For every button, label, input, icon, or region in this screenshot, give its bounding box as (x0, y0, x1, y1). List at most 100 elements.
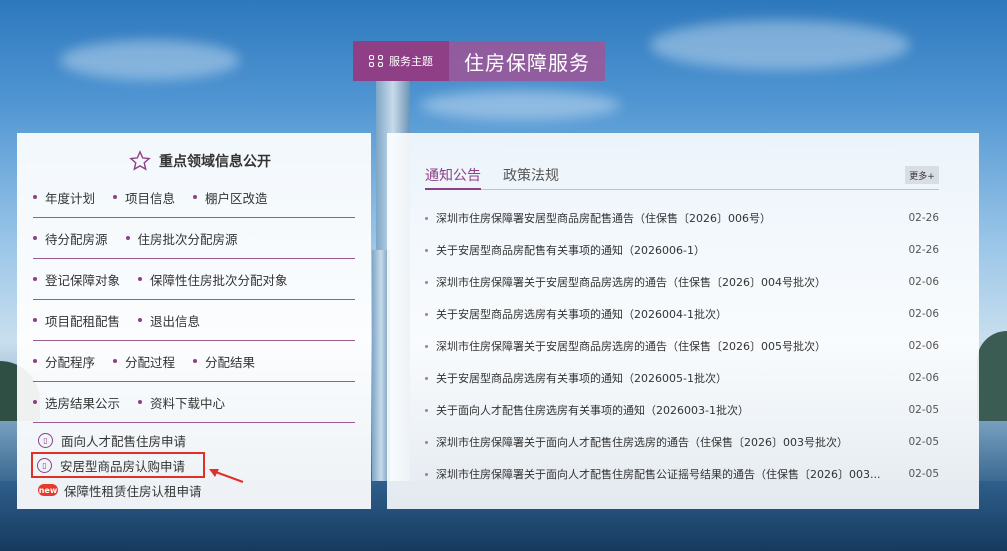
info-category-label: 棚户区改造 (205, 190, 268, 206)
service-theme-label: 服务主题 (389, 55, 433, 68)
bullet-icon (33, 318, 37, 322)
info-category-link[interactable]: 棚户区改造 (193, 188, 268, 207)
info-category-row: 年度计划 项目信息 棚户区改造 (33, 177, 355, 218)
news-title: 深圳市住房保障署关于安居型商品房选房的通告（住保售〔2026〕004号批次） (436, 276, 826, 289)
news-item[interactable]: 关于安居型商品房选房有关事项的通知（2026005-1批次） 02-06 (425, 362, 939, 394)
info-category-label: 住房批次分配房源 (137, 231, 238, 247)
bullet-icon (425, 472, 428, 476)
news-title: 关于安居型商品房配售有关事项的通知（2026006-1） (436, 244, 705, 257)
red-arrow-icon (209, 469, 244, 483)
news-item[interactable]: 深圳市住房保障署关于面向人才配售住房配售公证摇号结果的通告（住保售〔2026〕0… (425, 458, 939, 490)
info-category-link[interactable]: 分配程序 (33, 352, 95, 371)
info-category-row: 项目配租配售 退出信息 (33, 300, 355, 341)
news-date: 02-05 (908, 404, 939, 416)
news-item[interactable]: 关于安居型商品房配售有关事项的通知（2026006-1） 02-26 (425, 234, 939, 266)
info-category-link[interactable]: 待分配房源 (33, 229, 108, 248)
info-category-link[interactable]: 登记保障对象 (33, 270, 120, 289)
news-title: 深圳市住房保障署关于安居型商品房选房的通告（住保售〔2026〕005号批次） (436, 340, 826, 353)
news-item[interactable]: 深圳市住房保障署安居型商品房配售通告（住保售〔2026〕006号） 02-26 (425, 202, 939, 234)
news-list: 深圳市住房保障署安居型商品房配售通告（住保售〔2026〕006号） 02-26 关于… (425, 202, 939, 490)
info-category-link[interactable]: 分配过程 (113, 352, 175, 371)
info-category-label: 项目配租配售 (45, 313, 121, 329)
apply-label: 保障性租赁住房认租申请 (64, 483, 202, 499)
info-category-label: 项目信息 (125, 190, 176, 206)
info-category-link[interactable]: 分配结果 (193, 352, 255, 371)
document-icon: ▯ (38, 432, 53, 448)
news-date: 02-05 (908, 436, 939, 448)
info-category-list: 年度计划 项目信息 棚户区改造待分配房源 住房批次分配房源登记保障对象 保障性住房批次分… (17, 177, 371, 423)
bullet-icon (425, 312, 428, 316)
affordable-housing-purchase-application-link[interactable]: ▯ 安居型商品房认购申请 (31, 452, 205, 478)
tab-policies[interactable]: 政策法规 (503, 161, 559, 189)
news-panel: 通知公告 政策法规 更多+ 深圳市住房保障署安居型商品房配售通告（住保售〔202… (387, 133, 979, 509)
bullet-icon (425, 248, 428, 252)
bullet-icon (33, 236, 37, 240)
bullet-icon (425, 280, 428, 284)
new-badge-icon: new (38, 484, 58, 496)
info-category-row: 登记保障对象 保障性住房批次分配对象 (33, 259, 355, 300)
news-title: 关于安居型商品房选房有关事项的通知（2026005-1批次） (436, 372, 727, 385)
news-date: 02-06 (908, 308, 939, 320)
bullet-icon (33, 400, 37, 404)
info-category-label: 退出信息 (150, 313, 201, 329)
info-category-label: 分配程序 (45, 354, 96, 370)
talent-housing-application-link[interactable]: ▯ 面向人才配售住房申请 (35, 429, 205, 451)
info-category-link[interactable]: 项目配租配售 (33, 311, 120, 330)
bullet-icon (33, 277, 37, 281)
news-item[interactable]: 深圳市住房保障署关于面向人才配售住房选房的通告（住保售〔2026〕003号批次）… (425, 426, 939, 458)
info-category-row: 选房结果公示 资料下载中心 (33, 382, 355, 423)
key-info-panel: 重点领域信息公开 年度计划 项目信息 棚户区改造待分配房源 住房批次分配房源登记保障对… (17, 133, 371, 509)
news-date: 02-26 (908, 212, 939, 224)
news-title: 关于面向人才配售住房选房有关事项的通知（2026003-1批次） (436, 404, 749, 417)
news-item[interactable]: 深圳市住房保障署关于安居型商品房选房的通告（住保售〔2026〕005号批次） 02… (425, 330, 939, 362)
news-title: 深圳市住房保障署安居型商品房配售通告（住保售〔2026〕006号） (436, 212, 771, 225)
star-icon (129, 150, 151, 171)
info-category-label: 待分配房源 (45, 231, 108, 247)
info-category-row: 待分配房源 住房批次分配房源 (33, 218, 355, 259)
bullet-icon (33, 359, 37, 363)
news-date: 02-06 (908, 276, 939, 288)
info-category-link[interactable]: 退出信息 (138, 311, 200, 330)
news-title: 关于安居型商品房选房有关事项的通知（2026004-1批次） (436, 308, 727, 321)
info-category-label: 分配结果 (205, 354, 256, 370)
tab-notices[interactable]: 通知公告 (425, 161, 481, 190)
bullet-icon (425, 408, 428, 412)
info-category-link[interactable]: 保障性住房批次分配对象 (138, 270, 288, 289)
news-date: 02-06 (908, 372, 939, 384)
bullet-icon (138, 400, 143, 404)
news-item[interactable]: 关于面向人才配售住房选房有关事项的通知（2026003-1批次） 02-05 (425, 394, 939, 426)
key-info-title: 重点领域信息公开 (159, 154, 271, 170)
news-item[interactable]: 深圳市住房保障署关于安居型商品房选房的通告（住保售〔2026〕004号批次） 02… (425, 266, 939, 298)
apply-label: 面向人才配售住房申请 (61, 433, 187, 449)
info-category-label: 年度计划 (45, 190, 96, 206)
info-category-row: 分配程序 分配过程 分配结果 (33, 341, 355, 382)
more-button[interactable]: 更多+ (905, 166, 939, 184)
news-date: 02-26 (908, 244, 939, 256)
info-category-label: 分配过程 (125, 354, 176, 370)
application-list: ▯ 面向人才配售住房申请 ▯ 安居型商品房认购申请 new 保障性租赁住房认租申… (31, 429, 205, 502)
news-title: 深圳市住房保障署关于面向人才配售住房配售公证摇号结果的通告（住保售〔2026〕0… (436, 468, 881, 481)
info-category-link[interactable]: 住房批次分配房源 (125, 229, 238, 248)
bullet-icon (193, 195, 198, 199)
info-category-label: 登记保障对象 (45, 272, 121, 288)
document-icon: ▯ (37, 457, 52, 473)
info-category-link[interactable]: 选房结果公示 (33, 393, 120, 412)
news-title: 深圳市住房保障署关于面向人才配售住房选房的通告（住保售〔2026〕003号批次） (436, 436, 848, 449)
info-category-label: 选房结果公示 (45, 395, 121, 411)
bullet-icon (425, 216, 428, 220)
bullet-icon (425, 440, 428, 444)
info-category-link[interactable]: 年度计划 (33, 188, 95, 207)
info-category-link[interactable]: 项目信息 (113, 188, 175, 207)
bullet-icon (138, 318, 143, 322)
bullet-icon (33, 195, 37, 199)
news-tabs: 通知公告 政策法规 (425, 161, 939, 190)
bullet-icon (113, 195, 118, 199)
bullet-icon (125, 236, 130, 240)
info-category-link[interactable]: 资料下载中心 (138, 393, 225, 412)
bullet-icon (113, 359, 118, 363)
news-item[interactable]: 关于安居型商品房选房有关事项的通知（2026004-1批次） 02-06 (425, 298, 939, 330)
bullet-icon (425, 344, 428, 348)
rental-housing-application-link[interactable]: new 保障性租赁住房认租申请 (35, 479, 205, 501)
page-title: 住房保障服务 (449, 41, 605, 81)
service-theme-header: 服务主题 住房保障服务 (353, 41, 605, 81)
